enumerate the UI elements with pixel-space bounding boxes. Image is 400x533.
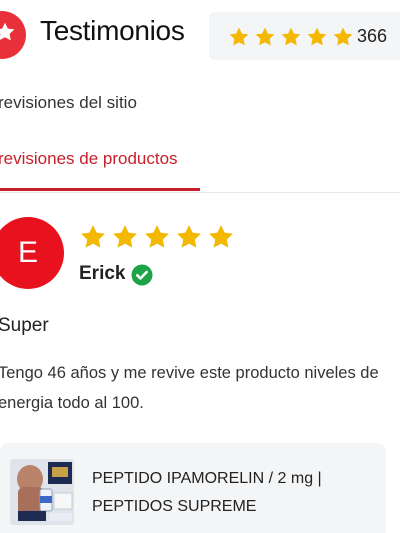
star-icon — [81, 225, 105, 248]
star-icon — [333, 27, 353, 46]
review-body: Tengo 46 años y me revive este producto … — [0, 364, 379, 412]
star-icon — [307, 27, 327, 46]
rating-count: 366 — [357, 26, 388, 46]
reviewer-name: Erick — [79, 263, 126, 284]
overall-rating-stars — [227, 26, 355, 48]
verified-check-icon — [131, 264, 153, 286]
testimonials-page: Testimonios 366 revisiones del sitio rev… — [0, 0, 400, 533]
star-icon — [255, 27, 275, 46]
avatar: E — [0, 217, 64, 289]
review-rating-stars — [78, 223, 236, 251]
product-thumbnail[interactable] — [10, 459, 74, 525]
tab-site-reviews[interactable]: revisiones del sitio — [0, 93, 137, 113]
avatar-initial: E — [17, 236, 38, 269]
header: Testimonios 366 — [0, 0, 400, 70]
reviewed-product-card[interactable]: PEPTIDO IPAMORELIN / 2 mg | PEPTIDOS SUP… — [0, 443, 386, 533]
review-title: Super — [0, 315, 49, 336]
brand-star-logo-icon — [0, 11, 26, 59]
product-name[interactable]: PEPTIDO IPAMORELIN / 2 mg | PEPTIDOS SUP… — [92, 465, 372, 521]
star-icon — [281, 27, 301, 46]
star-icon — [145, 225, 169, 248]
active-tab-indicator — [0, 188, 200, 191]
star-icon — [113, 225, 137, 248]
star-icon — [229, 27, 249, 46]
star-icon — [209, 225, 233, 248]
star-icon — [177, 225, 201, 248]
overall-rating-badge[interactable]: 366 — [209, 12, 400, 60]
page-title: Testimonios — [40, 15, 185, 46]
tabs-divider — [0, 192, 400, 193]
tab-product-reviews[interactable]: revisiones de productos — [0, 149, 178, 169]
